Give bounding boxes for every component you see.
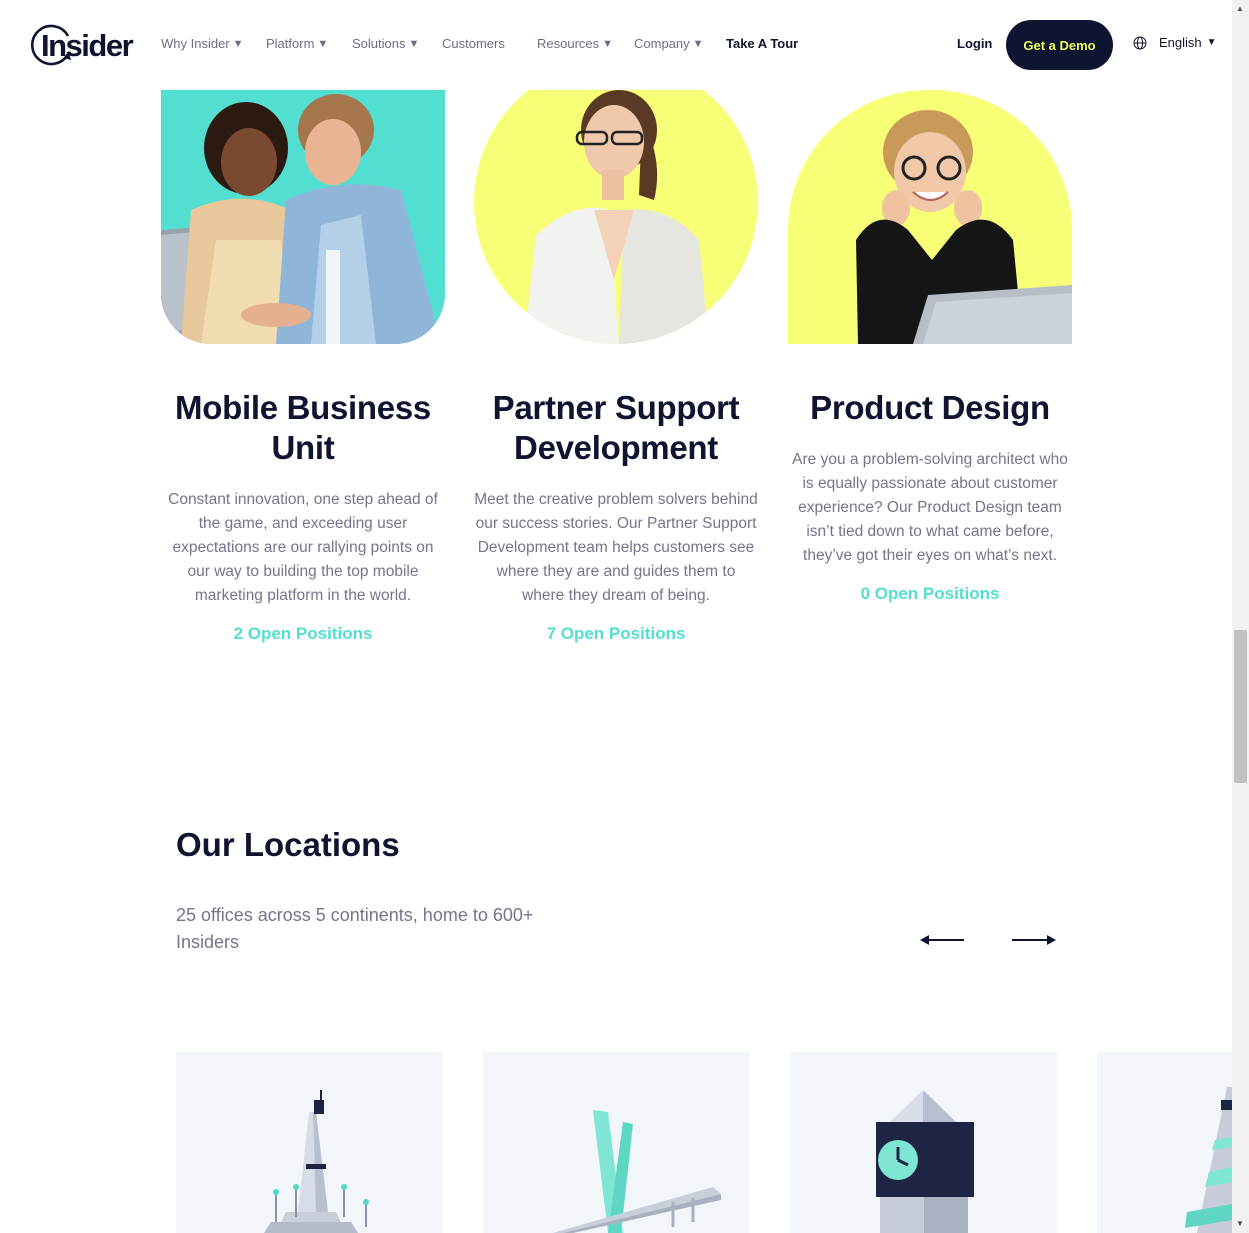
location-card[interactable] (1097, 1052, 1232, 1233)
logo-wordmark: Insider (41, 28, 134, 63)
scroll-up-arrow-icon[interactable]: ▲ (1236, 4, 1244, 13)
nav-label: Take A Tour (726, 36, 799, 51)
caret-down-icon: ▼ (1206, 37, 1217, 48)
nav-why-insider[interactable]: Why Insider ▼ (161, 36, 266, 51)
team-name-line2: Development (514, 429, 718, 466)
language-selector[interactable]: English ▼ (1133, 35, 1217, 50)
nav-customers[interactable]: Customers (442, 36, 537, 51)
nav-label: Solutions (352, 36, 406, 51)
caret-down-icon: ▼ (692, 37, 704, 50)
bridge-illustration (553, 1110, 721, 1233)
caret-down-icon: ▼ (408, 37, 420, 50)
open-positions-link[interactable]: 7 Open Positions (547, 624, 686, 644)
carousel-prev-button[interactable] (919, 930, 965, 950)
vertical-scrollbar[interactable]: ▲ ▼ (1232, 0, 1249, 1233)
get-demo-button[interactable]: Get a Demo (1006, 20, 1113, 70)
carousel-next-button[interactable] (1011, 930, 1057, 950)
site-header: Insider Why Insider ▼ Platform ▼ Solutio… (0, 0, 1232, 90)
nav-take-a-tour[interactable]: Take A Tour (726, 36, 798, 51)
team-photo (161, 90, 445, 344)
team-card-partner-support: Partner Support Development Meet the cre… (474, 90, 758, 644)
nav-company[interactable]: Company ▼ (634, 36, 726, 51)
team-name-line1: Mobile Business (175, 389, 431, 426)
location-card[interactable] (176, 1052, 443, 1233)
nav-label: Resources (537, 36, 600, 51)
locations-title: Our Locations (176, 826, 400, 863)
language-label: English (1159, 35, 1202, 50)
tower-illustration (1185, 1087, 1232, 1233)
nav-resources[interactable]: Resources ▼ (537, 36, 634, 51)
login-link[interactable]: Login (957, 36, 992, 51)
caret-down-icon: ▼ (232, 37, 244, 50)
clock-tower-illustration (876, 1090, 974, 1233)
team-name-line1: Partner Support (492, 389, 740, 426)
team-name-line2: Unit (271, 429, 335, 466)
globe-icon (1133, 36, 1147, 49)
team-photo (474, 90, 758, 344)
team-card-mobile-business: Mobile Business Unit Constant innovation… (161, 90, 445, 644)
arrow-right-icon (1012, 935, 1056, 945)
main-nav: Why Insider ▼ Platform ▼ Solutions ▼ Cus… (161, 36, 798, 51)
location-card[interactable] (483, 1052, 750, 1233)
nav-platform[interactable]: Platform ▼ (266, 36, 352, 51)
team-description: Meet the creative problem solvers behind… (474, 491, 758, 604)
team-card-product-design: Product Design Are you a problem-solving… (788, 90, 1072, 604)
tower-illustration (264, 1090, 369, 1233)
locations-subtitle: 25 offices across 5 continents, home to … (176, 905, 534, 952)
scroll-down-arrow-icon[interactable]: ▼ (1236, 1219, 1244, 1228)
team-name-line1: Product Design (810, 389, 1050, 426)
caret-down-icon: ▼ (602, 37, 614, 50)
insider-logo[interactable]: Insider (30, 22, 134, 68)
scroll-thumb[interactable] (1234, 630, 1247, 783)
caret-down-icon: ▼ (317, 37, 329, 50)
nav-label: Why Insider (161, 36, 230, 51)
arrow-left-icon (920, 935, 964, 945)
nav-label: Company (634, 36, 690, 51)
team-description: Constant innovation, one step ahead of t… (168, 491, 438, 604)
open-positions-link[interactable]: 0 Open Positions (861, 584, 1000, 604)
open-positions-link[interactable]: 2 Open Positions (234, 624, 373, 644)
team-photo (788, 90, 1072, 344)
location-card[interactable] (790, 1052, 1057, 1233)
nav-label: Platform (266, 36, 315, 51)
nav-solutions[interactable]: Solutions ▼ (352, 36, 442, 51)
nav-label: Customers (442, 36, 505, 51)
team-description: Are you a problem-solving architect who … (792, 451, 1068, 564)
